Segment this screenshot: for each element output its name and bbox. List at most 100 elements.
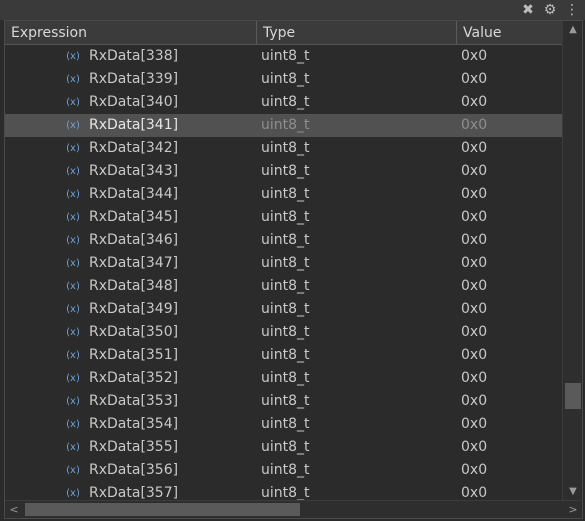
expression-cell[interactable]: (x) RxData[343] [65, 160, 178, 183]
table-row[interactable]: (x) RxData[357] uint8_t 0x0 [5, 482, 562, 501]
expression-label: RxData[341] [89, 117, 179, 133]
table-row[interactable]: (x) RxData[346] uint8_t 0x0 [5, 229, 562, 252]
table-row[interactable]: (x) RxData[351] uint8_t 0x0 [5, 344, 562, 367]
table-row[interactable]: (x) RxData[354] uint8_t 0x0 [5, 413, 562, 436]
value-cell[interactable]: 0x0 [461, 114, 487, 137]
table-row[interactable]: (x) RxData[339] uint8_t 0x0 [5, 68, 562, 91]
expression-cell[interactable]: (x) RxData[338] [65, 45, 178, 68]
variable-icon: (x) [66, 442, 80, 453]
expression-cell[interactable]: (x) RxData[356] [65, 459, 178, 482]
expression-cell[interactable]: (x) RxData[355] [65, 436, 178, 459]
column-header-expression[interactable]: Expression [5, 21, 257, 45]
value-cell[interactable]: 0x0 [461, 436, 487, 459]
expression-cell[interactable]: (x) RxData[350] [65, 321, 178, 344]
table-row[interactable]: (x) RxData[344] uint8_t 0x0 [5, 183, 562, 206]
scroll-down-icon[interactable]: ▼ [563, 483, 583, 501]
table-row[interactable]: (x) RxData[342] uint8_t 0x0 [5, 137, 562, 160]
expressions-toolbar: ✖ ⚙ ⋮ [0, 0, 585, 20]
remove-all-icon[interactable]: ✖ [519, 1, 537, 19]
column-header-value[interactable]: Value [457, 21, 562, 45]
variable-icon: (x) [66, 488, 80, 499]
type-cell: uint8_t [261, 439, 310, 455]
value-cell[interactable]: 0x0 [461, 367, 487, 390]
expression-cell[interactable]: (x) RxData[346] [65, 229, 178, 252]
table-row[interactable]: (x) RxData[349] uint8_t 0x0 [5, 298, 562, 321]
value-cell[interactable]: 0x0 [461, 206, 487, 229]
variable-icon: (x) [66, 281, 80, 292]
scroll-left-icon[interactable]: < [5, 501, 23, 518]
table-row[interactable]: (x) RxData[353] uint8_t 0x0 [5, 390, 562, 413]
expression-cell[interactable]: (x) RxData[354] [65, 413, 178, 436]
table-row[interactable]: (x) RxData[348] uint8_t 0x0 [5, 275, 562, 298]
variable-icon: (x) [66, 258, 80, 269]
expression-cell[interactable]: (x) RxData[353] [65, 390, 178, 413]
value-cell[interactable]: 0x0 [461, 390, 487, 413]
value-cell[interactable]: 0x0 [461, 321, 487, 344]
type-cell: uint8_t [261, 301, 310, 317]
table-row[interactable]: (x) RxData[341] uint8_t 0x0 [5, 114, 562, 137]
value-cell[interactable]: 0x0 [461, 482, 487, 501]
expression-cell[interactable]: (x) RxData[351] [65, 344, 178, 367]
expression-cell[interactable]: (x) RxData[342] [65, 137, 178, 160]
vertical-scroll-thumb[interactable] [565, 383, 581, 409]
table-row[interactable]: (x) RxData[352] uint8_t 0x0 [5, 367, 562, 390]
table-row[interactable]: (x) RxData[340] uint8_t 0x0 [5, 91, 562, 114]
table-row[interactable]: (x) RxData[343] uint8_t 0x0 [5, 160, 562, 183]
view-menu-icon[interactable]: ⋮ [563, 1, 581, 19]
expression-label: RxData[354] [89, 416, 179, 432]
scroll-up-icon[interactable]: ▲ [563, 21, 583, 39]
expression-cell[interactable]: (x) RxData[345] [65, 206, 178, 229]
type-cell: uint8_t [261, 347, 310, 363]
value-cell[interactable]: 0x0 [461, 459, 487, 482]
table-row[interactable]: (x) RxData[347] uint8_t 0x0 [5, 252, 562, 275]
value-cell[interactable]: 0x0 [461, 68, 487, 91]
variable-icon: (x) [66, 143, 80, 154]
variable-icon: (x) [66, 212, 80, 223]
expression-cell[interactable]: (x) RxData[352] [65, 367, 178, 390]
expression-label: RxData[347] [89, 255, 179, 271]
type-cell: uint8_t [261, 485, 310, 501]
table-header: Expression Type Value [5, 21, 562, 45]
type-cell: uint8_t [261, 186, 310, 202]
value-cell[interactable]: 0x0 [461, 183, 487, 206]
collapse-all-icon[interactable]: ⚙ [541, 1, 559, 19]
expression-label: RxData[356] [89, 462, 179, 478]
expression-cell[interactable]: (x) RxData[341] [65, 114, 178, 137]
expression-label: RxData[353] [89, 393, 179, 409]
value-cell[interactable]: 0x0 [461, 137, 487, 160]
value-cell[interactable]: 0x0 [461, 45, 487, 68]
value-cell[interactable]: 0x0 [461, 298, 487, 321]
variable-icon: (x) [66, 373, 80, 384]
expression-cell[interactable]: (x) RxData[347] [65, 252, 178, 275]
variable-icon: (x) [66, 327, 80, 338]
type-cell: uint8_t [261, 462, 310, 478]
expression-cell[interactable]: (x) RxData[348] [65, 275, 178, 298]
value-cell[interactable]: 0x0 [461, 413, 487, 436]
expression-label: RxData[340] [89, 94, 179, 110]
value-cell[interactable]: 0x0 [461, 275, 487, 298]
value-cell[interactable]: 0x0 [461, 160, 487, 183]
value-cell[interactable]: 0x0 [461, 91, 487, 114]
vertical-scrollbar[interactable]: ▲ ▼ [562, 21, 582, 501]
value-cell[interactable]: 0x0 [461, 344, 487, 367]
scroll-right-icon[interactable]: > [564, 501, 582, 518]
table-row[interactable]: (x) RxData[338] uint8_t 0x0 [5, 45, 562, 68]
value-cell[interactable]: 0x0 [461, 229, 487, 252]
column-header-type[interactable]: Type [257, 21, 457, 45]
expression-label: RxData[355] [89, 439, 179, 455]
table-row[interactable]: (x) RxData[345] uint8_t 0x0 [5, 206, 562, 229]
value-cell[interactable]: 0x0 [461, 252, 487, 275]
expression-cell[interactable]: (x) RxData[340] [65, 91, 178, 114]
table-row[interactable]: (x) RxData[356] uint8_t 0x0 [5, 459, 562, 482]
variable-icon: (x) [66, 120, 80, 131]
expression-cell[interactable]: (x) RxData[339] [65, 68, 178, 91]
expression-cell[interactable]: (x) RxData[357] [65, 482, 178, 501]
expression-cell[interactable]: (x) RxData[344] [65, 183, 178, 206]
table-row[interactable]: (x) RxData[350] uint8_t 0x0 [5, 321, 562, 344]
horizontal-scroll-thumb[interactable] [25, 503, 300, 516]
table-row[interactable]: (x) RxData[355] uint8_t 0x0 [5, 436, 562, 459]
horizontal-scrollbar[interactable]: < > [5, 500, 582, 518]
type-cell: uint8_t [261, 370, 310, 386]
expression-cell[interactable]: (x) RxData[349] [65, 298, 178, 321]
variable-icon: (x) [66, 350, 80, 361]
